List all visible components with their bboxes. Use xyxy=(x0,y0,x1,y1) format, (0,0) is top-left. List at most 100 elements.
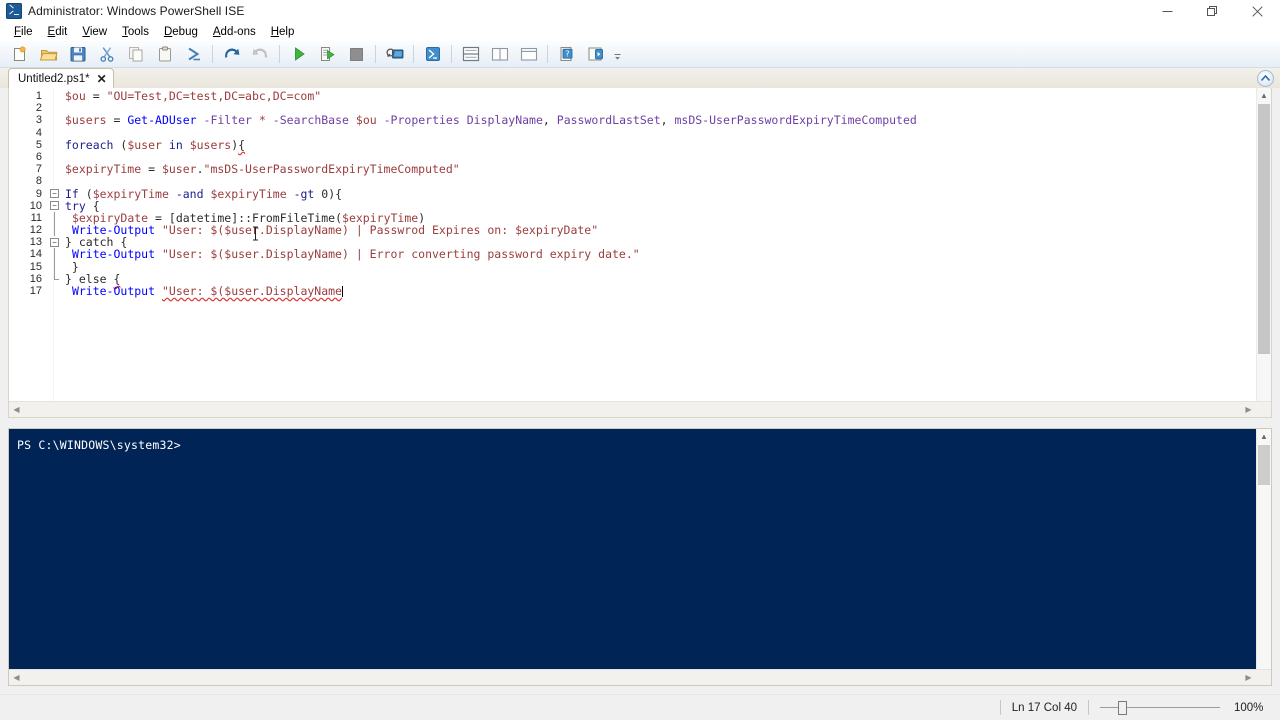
code-token: $expiryTime xyxy=(210,186,287,201)
console-horizontal-scrollbar[interactable]: ◀ ▶ xyxy=(9,669,1271,685)
scroll-right-icon[interactable]: ▶ xyxy=(1241,673,1256,682)
line-number: 1 xyxy=(35,90,42,102)
code-token: -Properties xyxy=(383,113,460,128)
code-token: = xyxy=(141,162,162,177)
status-separator xyxy=(999,700,1001,715)
toolbar-separator xyxy=(375,45,376,63)
new-script-icon[interactable] xyxy=(5,42,34,67)
svg-text:?: ? xyxy=(565,49,569,58)
toolbar-overflow-icon[interactable] xyxy=(610,42,624,67)
new-remote-tab-icon[interactable] xyxy=(380,42,409,67)
code-line[interactable]: 17 Write-Output "User: $($user.DisplayNa… xyxy=(9,285,1271,297)
editor-horizontal-scrollbar[interactable]: ◀ ▶ xyxy=(9,401,1271,417)
scroll-left-icon[interactable]: ◀ xyxy=(9,405,24,414)
cut-icon[interactable] xyxy=(92,42,121,67)
code-text: If ($expiryTime -and $expiryTime -gt 0){ xyxy=(65,186,342,201)
code-line[interactable]: 1 $ou = "OU=Test,DC=test,DC=abc,DC=com" xyxy=(9,90,1271,102)
line-number: 9 xyxy=(35,187,42,200)
line-number: 7 xyxy=(35,163,42,176)
line-number: 15 xyxy=(29,260,42,273)
code-token: $users xyxy=(65,113,107,128)
zoom-slider[interactable] xyxy=(1100,700,1220,716)
window-controls xyxy=(1145,0,1280,22)
menu-tools[interactable]: Tools xyxy=(115,25,157,39)
line-number: 10 xyxy=(29,199,42,212)
run-selection-icon[interactable] xyxy=(313,42,342,67)
code-line[interactable]: 7 $expiryTime = $user."msDS-UserPasswordE… xyxy=(9,163,1271,175)
menu-debug[interactable]: Debug xyxy=(157,25,206,39)
code-token: , xyxy=(660,113,675,128)
zoom-thumb[interactable] xyxy=(1118,700,1127,715)
code-text: Write-Output "User: $($user.DisplayName)… xyxy=(65,248,640,260)
code-token: ( xyxy=(113,137,128,152)
line-number: 4 xyxy=(35,126,42,139)
redo-icon[interactable] xyxy=(246,42,275,67)
code-line[interactable]: 5 foreach ($user in $users){ xyxy=(9,139,1271,151)
show-commands-pane-icon[interactable] xyxy=(581,42,610,67)
code-line[interactable]: 12 Write-Output "User: $($user.DisplayNa… xyxy=(9,224,1271,237)
tab-close-icon[interactable]: ✕ xyxy=(97,73,107,85)
code-line[interactable]: 9− If ($expiryTime -and $expiryTime -gt 0… xyxy=(9,186,1271,201)
code-editor[interactable]: 1 $ou = "OU=Test,DC=test,DC=abc,DC=com" 2 3… xyxy=(9,90,1271,297)
tab-strip: Untitled2.ps1* ✕ xyxy=(0,68,1280,89)
paste-icon[interactable] xyxy=(150,42,179,67)
scroll-up-icon[interactable]: ▲ xyxy=(1257,429,1271,444)
copy-icon[interactable] xyxy=(121,42,150,67)
mouse-ibeam-cursor xyxy=(253,226,258,241)
show-script-pane-top-icon[interactable] xyxy=(456,42,485,67)
code-line[interactable]: 14 Write-Output "User: $($user.DisplayNa… xyxy=(9,248,1271,261)
collapse-script-pane-icon[interactable] xyxy=(1257,70,1274,87)
menu-view[interactable]: View xyxy=(75,25,115,39)
script-pane[interactable]: 1 $ou = "OU=Test,DC=test,DC=abc,DC=com" 2 3… xyxy=(8,88,1272,418)
menu-file[interactable]: File xyxy=(7,25,41,39)
code-line[interactable]: 15 } xyxy=(9,261,1271,273)
run-script-icon[interactable] xyxy=(284,42,313,67)
scroll-right-icon[interactable]: ▶ xyxy=(1241,405,1256,414)
scroll-up-icon[interactable]: ▲ xyxy=(1257,88,1271,103)
show-script-pane-max-icon[interactable] xyxy=(514,42,543,67)
stop-operation-icon[interactable] xyxy=(342,42,371,67)
caret-position: Ln 17 Col 40 xyxy=(1011,701,1077,714)
fold-collapse-icon[interactable]: − xyxy=(50,189,59,198)
line-number: 3 xyxy=(35,114,42,127)
line-number: 14 xyxy=(29,248,42,261)
fold-collapse-icon[interactable]: − xyxy=(50,201,59,211)
console-pane[interactable]: PS C:\WINDOWS\system32> ▲ ◀ ▶ xyxy=(8,428,1272,686)
code-token: -gt xyxy=(293,186,315,201)
clear-console-icon[interactable] xyxy=(179,42,208,67)
code-token: "msDS-UserPasswordExpiryTimeComputed" xyxy=(203,162,460,177)
toolbar-separator xyxy=(451,45,452,63)
menu-add-ons[interactable]: Add-ons xyxy=(206,25,264,39)
line-number: 16 xyxy=(29,272,42,285)
zoom-percent: 100% xyxy=(1234,701,1264,714)
editor-vertical-scrollbar[interactable]: ▲ xyxy=(1256,88,1271,401)
open-script-icon[interactable] xyxy=(34,42,63,67)
minimize-button[interactable] xyxy=(1145,0,1190,22)
console-vertical-scrollbar[interactable]: ▲ xyxy=(1256,429,1271,669)
code-line[interactable]: 3 $users = Get-ADUser -Filter * -SearchBa… xyxy=(9,114,1271,126)
close-button[interactable] xyxy=(1235,0,1280,22)
menu-edit[interactable]: Edit xyxy=(41,25,76,39)
restore-button[interactable] xyxy=(1190,0,1235,22)
toolbar: ? xyxy=(0,41,1280,68)
show-command-addon-icon[interactable]: ? xyxy=(552,42,581,67)
code-token: = xyxy=(85,89,107,103)
undo-icon[interactable] xyxy=(217,42,246,67)
menu-help[interactable]: Help xyxy=(264,25,303,39)
editor-vscroll-thumb[interactable] xyxy=(1258,104,1270,354)
start-powershell-exe-icon[interactable] xyxy=(418,42,447,67)
scroll-left-icon[interactable]: ◀ xyxy=(9,673,24,682)
tab-untitled2[interactable]: Untitled2.ps1* ✕ xyxy=(8,68,114,89)
line-number: 13 xyxy=(29,236,42,249)
save-icon[interactable] xyxy=(63,42,92,67)
show-script-pane-right-icon[interactable] xyxy=(485,42,514,67)
code-token: . xyxy=(196,162,204,177)
fold-collapse-icon[interactable]: − xyxy=(50,237,59,247)
code-token: DisplayName xyxy=(466,113,543,128)
code-token: $expiryTime xyxy=(65,162,142,177)
console-vscroll-thumb[interactable] xyxy=(1258,445,1270,485)
